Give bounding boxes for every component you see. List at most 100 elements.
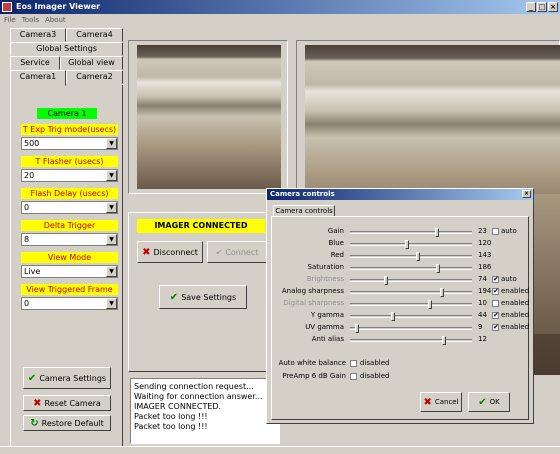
- log-line: IMAGER CONNECTED.: [134, 402, 222, 411]
- control-slider[interactable]: [350, 228, 472, 237]
- dialog-title: Camera controls: [270, 190, 335, 198]
- close-icon[interactable]: ×: [548, 2, 558, 12]
- control-checkbox[interactable]: [492, 228, 499, 235]
- cancel-button[interactable]: ✖ Cancel: [420, 392, 462, 412]
- control-value: 120: [478, 239, 492, 247]
- control-value: 23: [478, 227, 487, 235]
- slider-thumb[interactable]: [440, 288, 444, 297]
- chevron-down-icon: ▼: [106, 298, 117, 309]
- tab-camera2[interactable]: Camera2: [66, 70, 123, 84]
- slider-thumb[interactable]: [435, 228, 439, 237]
- control-checkbox[interactable]: ✔: [492, 288, 499, 295]
- tab-camera1[interactable]: Camera1: [10, 70, 66, 86]
- x-icon: ✖: [33, 397, 42, 409]
- check-icon: ✔: [169, 291, 179, 303]
- close-icon[interactable]: ×: [522, 190, 531, 198]
- ok-button[interactable]: ✔ OK: [468, 392, 510, 412]
- tab-service[interactable]: Service: [10, 56, 60, 70]
- save-settings-button[interactable]: ✔ Save Settings: [159, 285, 247, 309]
- slider-thumb[interactable]: [436, 264, 440, 273]
- log-line: Sending connection request...: [134, 382, 254, 391]
- menu-about[interactable]: About: [45, 14, 66, 26]
- reset-camera-button[interactable]: ✖ Reset Camera: [23, 395, 111, 411]
- disconnect-button[interactable]: ✖ Disconnect: [137, 241, 203, 263]
- field-label: Flash Delay (usecs): [21, 188, 118, 199]
- thumbnail-frame: [128, 40, 288, 194]
- control-slider[interactable]: [350, 240, 472, 249]
- control-label: Anti alias: [311, 335, 344, 343]
- tab-global-settings[interactable]: Global Settings: [10, 42, 123, 56]
- control-label: UV gamma: [305, 323, 344, 331]
- control-checkbox[interactable]: ✔: [492, 276, 499, 283]
- delta-trigger-select[interactable]: 8 ▼: [21, 233, 118, 246]
- controls-pane: Gain 23 auto Blue 120 Red 143 Saturation 186 Brig…: [271, 216, 529, 420]
- control-label: Red: [330, 251, 344, 259]
- control-slider[interactable]: [350, 276, 472, 285]
- slider-thumb[interactable]: [442, 336, 446, 345]
- control-label: Gain: [327, 227, 344, 235]
- control-slider[interactable]: [350, 324, 472, 333]
- check-icon: ✔: [27, 372, 37, 384]
- log-line: Waiting for connection answer...: [134, 392, 263, 401]
- maximize-icon[interactable]: □: [537, 2, 547, 12]
- control-slider[interactable]: [350, 300, 472, 309]
- control-value: 194: [478, 287, 492, 295]
- control-checkbox[interactable]: ✔: [492, 324, 499, 331]
- preamp-value: disabled: [360, 372, 390, 380]
- camera-settings-button[interactable]: ✔ Camera Settings: [23, 367, 111, 389]
- preamp-checkbox[interactable]: [350, 373, 357, 380]
- minimize-icon[interactable]: _: [526, 2, 536, 12]
- control-value: 143: [478, 251, 492, 259]
- chevron-down-icon: ▼: [106, 202, 117, 213]
- camera-controls-dialog: Camera controls × Camera controls Gain 23…: [266, 188, 534, 424]
- tab-camera4[interactable]: Camera4: [66, 28, 123, 42]
- slider-thumb[interactable]: [416, 252, 420, 261]
- tab-global-view[interactable]: Global view: [60, 56, 123, 70]
- control-slider[interactable]: [350, 336, 472, 345]
- field-label: Delta Trigger: [21, 220, 118, 231]
- slider-thumb[interactable]: [405, 240, 409, 249]
- control-slider[interactable]: [350, 288, 472, 297]
- control-slider[interactable]: [350, 252, 472, 261]
- slider-thumb[interactable]: [355, 324, 359, 333]
- control-check-label: enabled: [501, 311, 530, 319]
- connect-button[interactable]: ✔ Connect: [207, 241, 267, 263]
- control-slider[interactable]: [350, 264, 472, 273]
- menu-tools[interactable]: Tools: [22, 14, 39, 26]
- refresh-icon: ↻: [30, 417, 39, 429]
- control-label: Digital sharpness: [283, 299, 344, 307]
- check-icon: ✔: [478, 396, 487, 408]
- chevron-down-icon: ▼: [106, 170, 117, 181]
- triggered-frame-select[interactable]: 0 ▼: [21, 297, 118, 310]
- awb-checkbox[interactable]: [350, 360, 357, 367]
- field-label: View Triggered Frame: [21, 284, 118, 295]
- control-check-label: enabled: [501, 299, 530, 307]
- camera-title: Camera 1: [37, 108, 97, 119]
- awb-label: Auto white balance: [278, 359, 346, 367]
- control-checkbox[interactable]: [492, 300, 499, 307]
- control-value: 9: [478, 323, 483, 331]
- log-line: Packet too long !!!: [134, 412, 208, 421]
- window-title: Eos Imager Viewer: [16, 2, 101, 11]
- menu-file[interactable]: File: [4, 14, 16, 26]
- slider-thumb[interactable]: [428, 300, 432, 309]
- slider-thumb[interactable]: [391, 312, 395, 321]
- control-label: Blue: [328, 239, 345, 247]
- control-slider[interactable]: [350, 312, 472, 321]
- control-label: Brightness: [306, 275, 344, 283]
- field-label: T Exp Trig mode(usecs): [21, 124, 118, 135]
- flasher-select[interactable]: 20 ▼: [21, 169, 118, 182]
- tab-camera3[interactable]: Camera3: [10, 28, 66, 42]
- control-label: Saturation: [307, 263, 345, 271]
- restore-default-button[interactable]: ↻ Restore Default: [23, 415, 111, 431]
- camera-thumbnail: [137, 45, 281, 189]
- horizontal-scrollbar[interactable]: [0, 446, 560, 454]
- exp-trig-select[interactable]: 500 ▼: [21, 137, 118, 150]
- control-value: 44: [478, 311, 487, 319]
- view-mode-select[interactable]: Live ▼: [21, 265, 118, 278]
- control-checkbox[interactable]: ✔: [492, 312, 499, 319]
- flash-delay-select[interactable]: 0 ▼: [21, 201, 118, 214]
- slider-thumb[interactable]: [384, 276, 388, 285]
- main-view-frame: [296, 40, 560, 375]
- chevron-down-icon: ▼: [106, 138, 117, 149]
